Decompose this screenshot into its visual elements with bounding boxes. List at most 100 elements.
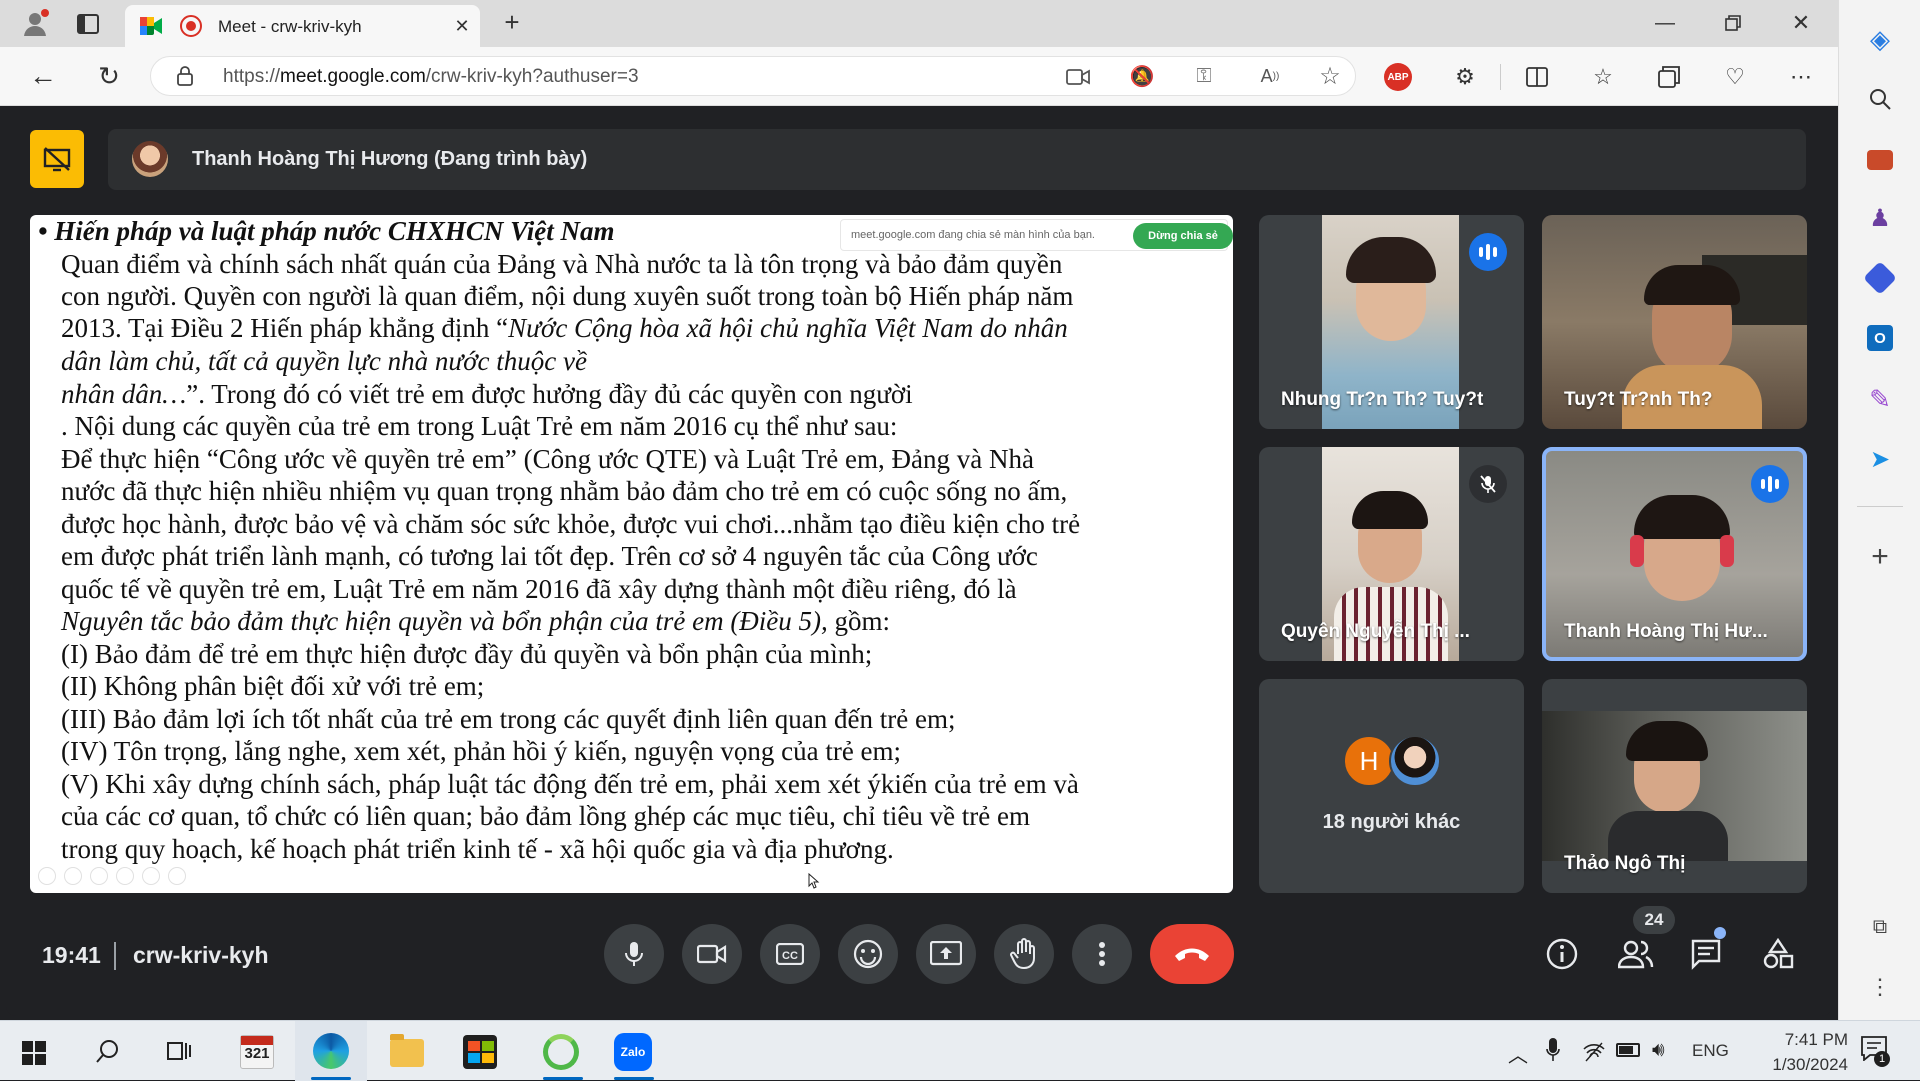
slide-line: 2013. Tại Điều 2 Hiến pháp khẳng định “N… [61, 312, 1068, 345]
info-icon [1546, 938, 1578, 970]
participant-hair [1352, 491, 1428, 529]
battery-icon[interactable] [1616, 1043, 1640, 1057]
games-icon[interactable]: ♟ [1863, 203, 1897, 233]
close-tab-icon[interactable]: ✕ [450, 14, 474, 38]
raise-hand-button[interactable] [994, 924, 1054, 984]
present-off-icon [43, 147, 71, 172]
new-tab-icon[interactable]: + [498, 7, 526, 37]
participant-video [1542, 711, 1807, 861]
close-window-icon[interactable]: ✕ [1786, 8, 1816, 38]
emoji-icon [853, 939, 883, 969]
taskbar-search-icon[interactable] [96, 1039, 122, 1065]
search-icon[interactable] [1863, 82, 1897, 116]
task-view-icon[interactable] [166, 1039, 192, 1065]
key-icon[interactable]: ⚿ [1191, 63, 1217, 89]
sidebar-settings-icon[interactable]: ⋮ [1863, 970, 1897, 1004]
mic-button[interactable] [604, 924, 664, 984]
browser-tab-bar: Meet - crw-kriv-kyh ✕ + — ✕ [0, 0, 1838, 47]
language-indicator[interactable]: ENG [1692, 1041, 1729, 1061]
captions-button[interactable]: CC [760, 924, 820, 984]
profile-icon[interactable] [18, 6, 52, 40]
stop-sharing-button[interactable]: Dừng chia sẻ [1133, 223, 1233, 249]
participant-tile[interactable]: Tuy?t Tr?nh Th? [1542, 215, 1807, 429]
microsoft-365-icon[interactable] [1863, 261, 1897, 295]
slideshow-controls[interactable] [38, 867, 198, 885]
tab-meet[interactable]: Meet - crw-kriv-kyh ✕ [125, 5, 480, 47]
taskbar-app-green[interactable] [537, 1021, 591, 1081]
participant-name: Quyên Nguyễn Thị ... [1281, 621, 1470, 642]
participant-tile-active[interactable]: Thanh Hoàng Thị Hư... [1542, 447, 1807, 661]
more-options-button[interactable] [1072, 924, 1132, 984]
collections-icon[interactable] [1654, 62, 1684, 92]
slide-line: (IV) Tôn trọng, lắng nghe, xem xét, phản… [61, 736, 902, 766]
presenter-name: Thanh Hoàng Thị Hương (Đang trình bày) [192, 148, 588, 170]
url-prefix: https:// [223, 66, 281, 87]
clock[interactable]: 7:41 PM 1/30/2024 [1738, 1027, 1848, 1077]
taskbar-zalo[interactable]: Zalo [610, 1021, 666, 1081]
hand-icon [1010, 938, 1035, 970]
activities-button[interactable] [1759, 935, 1797, 973]
speaking-indicator-icon [1751, 465, 1789, 503]
browser-essentials-icon[interactable]: ♡ [1720, 62, 1750, 92]
participant-hair [1644, 265, 1740, 305]
share-notice-text: meet.google.com đang chia sẻ màn hình củ… [851, 229, 1095, 241]
show-hidden-icons-icon[interactable]: ︿ [1508, 1039, 1528, 1068]
add-sidebar-app-icon[interactable]: + [1863, 540, 1897, 574]
chat-button[interactable] [1687, 935, 1725, 973]
minimize-icon[interactable]: — [1650, 8, 1680, 38]
present-screen-icon [930, 941, 962, 966]
url-bar[interactable]: https://meet.google.com/crw-kriv-kyh?aut… [150, 56, 1356, 96]
taskbar-edge-active[interactable] [295, 1021, 367, 1081]
slide-line-part: ”. Trong đó có viết trẻ em được hưởng đầ… [186, 379, 913, 409]
camera-in-use-icon[interactable] [1065, 65, 1091, 89]
hide-sidebar-icon[interactable]: ⧉ [1863, 910, 1897, 944]
notification-center-icon[interactable]: 1 [1860, 1035, 1890, 1067]
participant-tile[interactable]: Quyên Nguyễn Thị ... [1259, 447, 1524, 661]
copilot-icon[interactable]: ◈ [1863, 22, 1897, 56]
read-aloud-icon[interactable]: A)) [1255, 63, 1285, 89]
shapes-icon [1763, 938, 1794, 969]
send-icon[interactable]: ➤ [1863, 444, 1897, 474]
wifi-icon[interactable] [1582, 1039, 1606, 1063]
meeting-details-button[interactable] [1543, 935, 1581, 973]
favorites-icon[interactable]: ☆ [1588, 62, 1618, 92]
present-now-button[interactable] [916, 924, 976, 984]
adblock-plus-icon[interactable]: ABP [1384, 63, 1412, 91]
file-explorer-icon[interactable] [390, 1034, 424, 1067]
extensions-icon[interactable]: ⚙ [1450, 62, 1480, 92]
tools-icon[interactable] [1867, 150, 1893, 170]
edge-icon [313, 1033, 349, 1069]
sidebar-divider [1857, 506, 1903, 507]
participant-tile[interactable]: Thảo Ngô Thị [1542, 679, 1807, 893]
favorite-star-icon[interactable]: ☆ [1317, 63, 1343, 90]
tab-actions-icon[interactable] [74, 10, 102, 38]
reactions-button[interactable] [838, 924, 898, 984]
outlook-icon[interactable]: O [1867, 325, 1893, 351]
more-vertical-icon [1099, 942, 1105, 966]
split-screen-icon[interactable] [1522, 62, 1552, 92]
back-icon[interactable]: ← [26, 60, 60, 91]
restore-icon[interactable] [1718, 8, 1748, 38]
presenter-bar: Thanh Hoàng Thị Hương (Đang trình bày) [108, 129, 1806, 190]
windows-start-icon[interactable] [22, 1041, 46, 1065]
others-tile[interactable]: H 18 người khác [1259, 679, 1524, 893]
slide-line: (II) Không phân biệt đối xử với trẻ em; [61, 671, 485, 701]
more-menu-icon[interactable]: ⋯ [1786, 62, 1816, 92]
slide-line: (V) Khi xây dựng chính sách, pháp luật t… [61, 769, 1079, 799]
designer-icon[interactable]: ✎ [1863, 382, 1897, 416]
notifications-blocked-icon[interactable]: 🔕 [1129, 63, 1155, 89]
people-icon [1618, 940, 1654, 969]
clock-date: 1/30/2024 [1772, 1055, 1848, 1074]
presenter-badge[interactable] [30, 130, 84, 188]
shared-slide: meet.google.com đang chia sẻ màn hình củ… [30, 215, 1233, 893]
tray-microphone-icon[interactable] [1546, 1037, 1560, 1063]
people-button[interactable] [1615, 935, 1657, 973]
reload-icon[interactable]: ↻ [92, 61, 126, 91]
volume-icon[interactable]: 🔊︎ [1652, 1039, 1665, 1062]
camera-button[interactable] [682, 924, 742, 984]
leave-call-button[interactable] [1150, 924, 1234, 984]
participant-tile[interactable]: Nhung Tr?n Th? Tuy?t [1259, 215, 1524, 429]
calendar-app-icon[interactable]: 321 [240, 1035, 274, 1069]
video-camera-icon [697, 944, 727, 964]
microsoft-store-icon[interactable] [463, 1035, 497, 1069]
